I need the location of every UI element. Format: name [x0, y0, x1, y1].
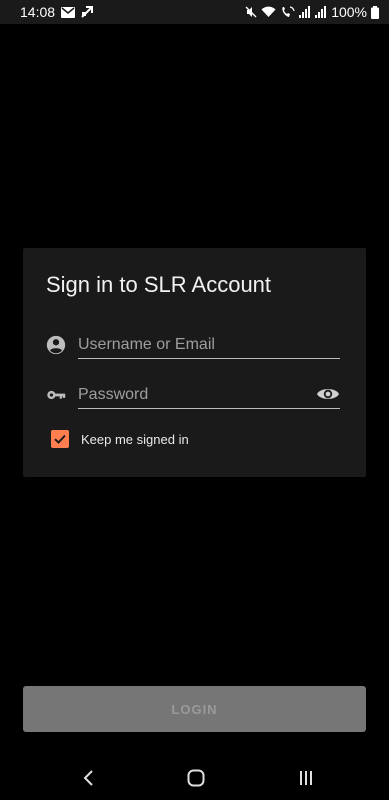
status-right: 100%: [245, 4, 379, 20]
keep-signed-in-label[interactable]: Keep me signed in: [81, 432, 189, 447]
password-input[interactable]: [78, 380, 308, 408]
status-left: 14:08: [20, 4, 94, 20]
key-icon: [45, 384, 67, 406]
eye-icon[interactable]: [316, 383, 340, 405]
password-field-row: [45, 380, 341, 412]
username-input[interactable]: [78, 330, 340, 358]
battery-icon: [371, 5, 379, 19]
username-field-row: [45, 330, 341, 362]
home-icon[interactable]: [184, 766, 208, 790]
password-input-wrapper: [78, 380, 340, 409]
navigation-bar: [0, 756, 389, 800]
account-circle-icon: [45, 334, 67, 356]
keep-signed-in-checkbox[interactable]: [51, 430, 69, 448]
notification-icon: [81, 6, 94, 18]
signal-icon: [299, 6, 311, 18]
mute-icon: [245, 6, 257, 18]
mail-icon: [61, 6, 76, 18]
signal-icon: [315, 6, 327, 18]
recent-apps-icon[interactable]: [294, 766, 318, 790]
username-input-wrapper: [78, 330, 340, 359]
battery-level: 100%: [331, 4, 367, 20]
status-bar: 14:08 100%: [0, 0, 389, 24]
login-button[interactable]: LOGIN: [23, 686, 366, 732]
login-card: Sign in to SLR Account Username or Email…: [23, 248, 366, 477]
check-icon: [54, 434, 66, 444]
wifi-icon: [261, 6, 276, 18]
login-screen: 14:08 100% Sign in to SLR Account Userna…: [0, 0, 389, 800]
back-icon[interactable]: [77, 766, 101, 790]
status-time: 14:08: [20, 4, 56, 20]
wifi-calling-icon: [280, 6, 295, 18]
remember-me-row: Keep me signed in: [51, 428, 189, 450]
card-title: Sign in to SLR Account: [46, 272, 272, 297]
